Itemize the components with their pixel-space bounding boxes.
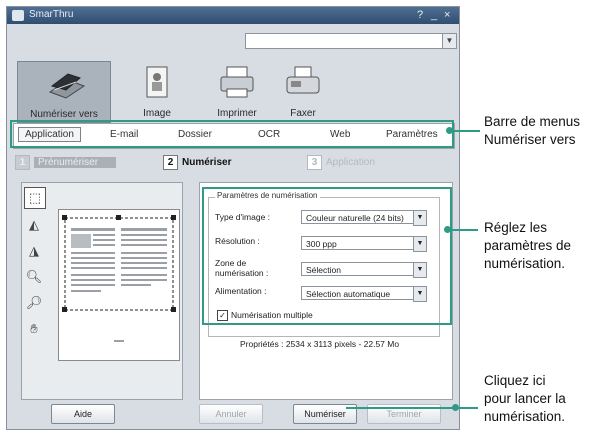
help-icon[interactable]: ? — [417, 9, 423, 21]
wizard-step-application[interactable]: 3 Application — [307, 155, 375, 173]
rotate-left-icon[interactable]: ◭ — [24, 215, 44, 235]
minimize-button[interactable]: _ — [431, 9, 437, 21]
callout-line-scan — [346, 407, 478, 409]
preview-page-image — [62, 215, 176, 342]
title-bar: SmarThru ? _ × — [7, 7, 459, 24]
zoom-out-icon[interactable]: 🔎︎ — [24, 293, 44, 313]
image-properties: Propriétés : 2534 x 3113 pixels - 22.57 … — [240, 339, 400, 349]
scan-preview[interactable] — [58, 209, 180, 361]
select-area-icon[interactable]: ⬚ — [24, 187, 46, 209]
close-button[interactable]: × — [444, 9, 450, 21]
annotation-menubar: Barre de menus Numériser vers — [484, 114, 581, 147]
zoom-in-icon[interactable]: 🔍︎ — [24, 267, 44, 287]
wizard-step-prescan[interactable]: 1 Prénumériser — [15, 155, 117, 173]
callout-line-menubar — [452, 130, 480, 132]
settings-highlight — [202, 187, 452, 325]
annotation-settings: Réglez les paramètres de numérisation. — [484, 220, 572, 271]
annotation-scan: Cliquez ici pour lancer la numérisation. — [484, 373, 566, 424]
preview-panel: ⬚ ◭ ◮ 🔍︎ 🔎︎ ✋︎ — [21, 182, 183, 400]
hand-pan-icon[interactable]: ✋︎ — [24, 319, 44, 339]
chevron-down-icon[interactable]: ▼ — [442, 34, 456, 48]
fax-label: Faxer — [290, 108, 316, 119]
image-icon — [146, 66, 168, 98]
app-icon — [12, 10, 24, 21]
scanner-icon — [48, 73, 86, 99]
tool-column: ⬚ ◭ ◮ 🔍︎ 🔎︎ ✋︎ — [24, 187, 46, 345]
scan-to-button[interactable]: Numériser vers — [17, 61, 111, 123]
window-title: SmarThru — [29, 9, 74, 20]
wizard-step-scan[interactable]: 2 Numériser — [163, 155, 231, 173]
top-combobox[interactable]: ▼ — [245, 33, 457, 49]
printer-icon — [220, 66, 254, 98]
callout-line-settings — [450, 229, 478, 231]
fax-icon — [286, 66, 320, 94]
image-label: Image — [143, 108, 171, 119]
help-button[interactable]: Aide — [51, 404, 115, 424]
fax-button[interactable]: Faxer — [257, 61, 349, 121]
rotate-right-icon[interactable]: ◮ — [24, 241, 44, 261]
menubar-highlight — [10, 120, 454, 148]
scan-to-label: Numériser vers — [30, 109, 98, 120]
cancel-button[interactable]: Annuler — [199, 404, 263, 424]
image-button[interactable]: Image — [111, 61, 203, 121]
